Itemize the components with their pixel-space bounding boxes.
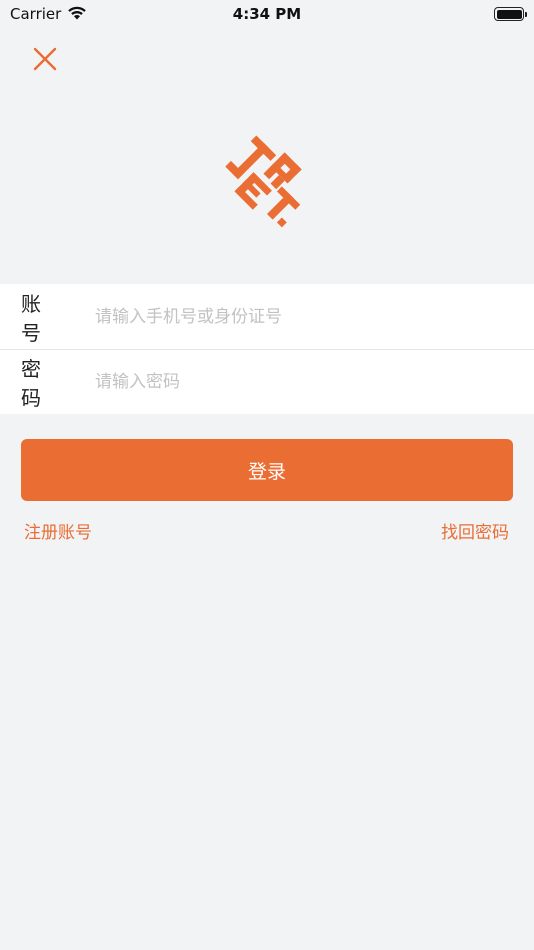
account-label: 账 号 bbox=[21, 291, 51, 345]
forgot-password-link[interactable]: 找回密码 bbox=[441, 518, 509, 543]
wifi-icon bbox=[67, 5, 87, 24]
register-link[interactable]: 注册账号 bbox=[24, 518, 92, 543]
battery-icon bbox=[494, 7, 527, 21]
brand-logo bbox=[214, 126, 320, 234]
battery-level bbox=[496, 9, 522, 19]
login-button[interactable]: 登录 bbox=[21, 439, 513, 501]
account-input[interactable] bbox=[95, 284, 534, 349]
close-icon bbox=[33, 47, 57, 71]
password-label: 密 码 bbox=[21, 357, 51, 410]
password-input[interactable] bbox=[95, 350, 534, 414]
status-left: Carrier bbox=[10, 5, 87, 24]
close-button[interactable] bbox=[28, 42, 62, 76]
account-row: 账 号 bbox=[0, 284, 534, 349]
password-row: 密 码 bbox=[0, 349, 534, 414]
status-bar: Carrier 4:34 PM bbox=[0, 0, 534, 28]
login-form: 账 号 密 码 bbox=[0, 284, 534, 414]
carrier-label: Carrier bbox=[10, 5, 62, 23]
